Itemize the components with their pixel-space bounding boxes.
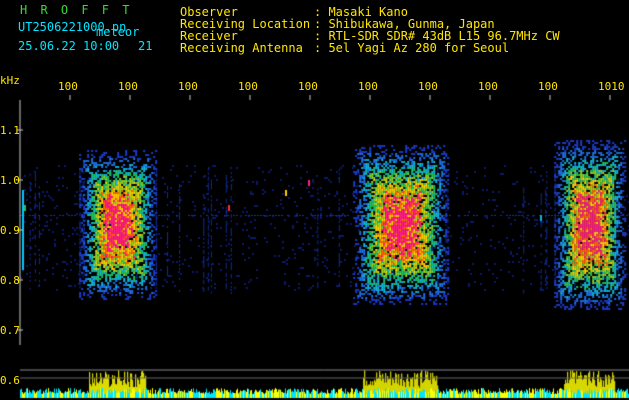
y-tick-label: 1.1 <box>0 124 20 137</box>
x-tick-label: 100 <box>358 80 378 93</box>
x-tick-label: 100 <box>298 80 318 93</box>
x-tick-label: 1010 <box>598 80 625 93</box>
y-tick-label: 0.9 <box>0 224 20 237</box>
x-tick-label: 100 <box>58 80 78 93</box>
hrofft-logo: H R O F F T <box>20 3 133 17</box>
x-tick-label: 100 <box>538 80 558 93</box>
datetime-label: 25.06.22 10:00 <box>18 39 120 53</box>
field-label-antenna: Receiving Antenna <box>180 41 303 55</box>
y-axis-unit-label: kHz <box>0 74 20 87</box>
lower-panel-label: 0.6 <box>0 374 20 387</box>
y-tick-label: 0.7 <box>0 324 20 337</box>
x-tick-label: 100 <box>478 80 498 93</box>
x-tick-label: 100 <box>418 80 438 93</box>
x-tick-label: 100 <box>238 80 258 93</box>
meteor-count: 21 <box>138 39 153 53</box>
x-tick-label: 100 <box>118 80 138 93</box>
y-tick-label: 1.0 <box>0 174 20 187</box>
meteor-label: meteor <box>96 25 140 39</box>
x-tick-label: 100 <box>178 80 198 93</box>
field-value-antenna: : 5el Yagi Az 280 for Seoul <box>314 41 510 55</box>
y-tick-label: 0.8 <box>0 274 20 287</box>
spectrogram-canvas <box>0 0 629 400</box>
